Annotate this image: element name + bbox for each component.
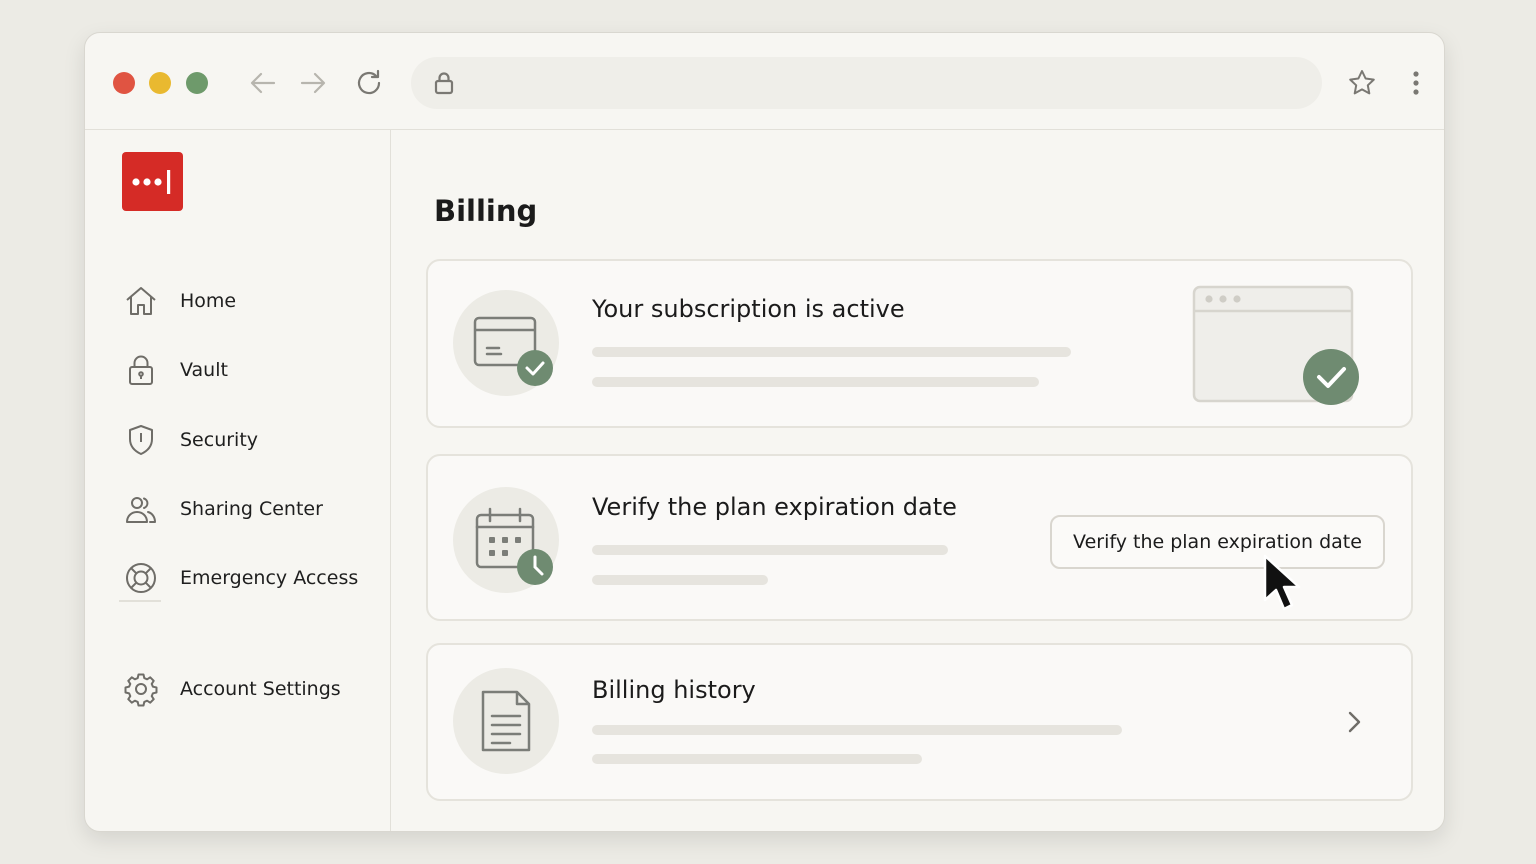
billing-history-card[interactable]: Billing history xyxy=(426,643,1413,801)
main-content: Billing Your subscription is active Veri… xyxy=(391,130,1444,831)
gear-icon xyxy=(124,673,158,707)
logo-dots-icon xyxy=(132,170,171,194)
sidebar-item-label: Sharing Center xyxy=(180,498,323,520)
users-icon xyxy=(126,497,156,523)
calendar-clock-icon xyxy=(475,507,553,585)
card-icon-circle xyxy=(453,290,559,396)
sidebar-item-label: Security xyxy=(180,429,259,451)
card-title: Your subscription is active xyxy=(592,295,905,323)
kebab-menu-icon[interactable] xyxy=(1400,67,1432,99)
credit-card-check-icon xyxy=(473,316,553,386)
sidebar-item-label: Account Settings xyxy=(180,678,341,700)
sidebar-item-account-settings[interactable]: Account Settings xyxy=(123,669,383,709)
browser-success-illustration xyxy=(1192,285,1359,405)
lifebuoy-icon xyxy=(126,563,156,593)
placeholder-line xyxy=(592,545,948,555)
sidebar: Home Vault Security Sharing Center Emerg… xyxy=(85,130,391,831)
lock-icon xyxy=(129,355,153,385)
sidebar-item-security[interactable]: Security xyxy=(123,420,383,460)
reload-icon[interactable] xyxy=(353,67,385,99)
verify-plan-expiration-button[interactable]: Verify the plan expiration date xyxy=(1050,515,1385,569)
close-window-button[interactable] xyxy=(113,72,135,94)
sidebar-item-emergency-access[interactable]: Emergency Access xyxy=(123,558,383,598)
chevron-right-icon[interactable] xyxy=(1340,708,1368,736)
placeholder-line xyxy=(592,347,1071,357)
sidebar-item-label: Vault xyxy=(180,359,228,381)
forward-arrow-icon[interactable] xyxy=(297,67,329,99)
browser-toolbar xyxy=(85,33,1444,130)
document-icon xyxy=(481,690,531,752)
back-arrow-icon[interactable] xyxy=(247,67,279,99)
home-icon xyxy=(126,287,156,315)
card-icon-circle xyxy=(453,487,559,593)
mouse-pointer-icon xyxy=(1263,554,1301,611)
minimize-window-button[interactable] xyxy=(149,72,171,94)
sidebar-item-home[interactable]: Home xyxy=(123,281,383,321)
sidebar-item-label: Home xyxy=(180,290,237,312)
placeholder-line xyxy=(592,754,922,764)
maximize-window-button[interactable] xyxy=(186,72,208,94)
shield-icon xyxy=(129,425,153,455)
sidebar-item-label: Emergency Access xyxy=(180,567,359,589)
card-icon-circle xyxy=(453,668,559,774)
page-title: Billing xyxy=(434,194,538,228)
sidebar-item-sharing-center[interactable]: Sharing Center xyxy=(123,489,383,529)
card-title: Billing history xyxy=(592,676,756,704)
app-logo[interactable] xyxy=(122,152,183,211)
sidebar-item-vault[interactable]: Vault xyxy=(123,350,383,390)
star-icon[interactable] xyxy=(1346,67,1378,99)
sidebar-divider xyxy=(119,600,161,602)
address-bar[interactable] xyxy=(411,57,1322,109)
subscription-status-card: Your subscription is active xyxy=(426,259,1413,428)
card-title: Verify the plan expiration date xyxy=(592,493,957,521)
placeholder-line xyxy=(592,725,1122,735)
lock-icon xyxy=(434,72,454,95)
placeholder-line xyxy=(592,575,768,585)
placeholder-line xyxy=(592,377,1039,387)
browser-window: Home Vault Security Sharing Center Emerg… xyxy=(84,32,1445,832)
